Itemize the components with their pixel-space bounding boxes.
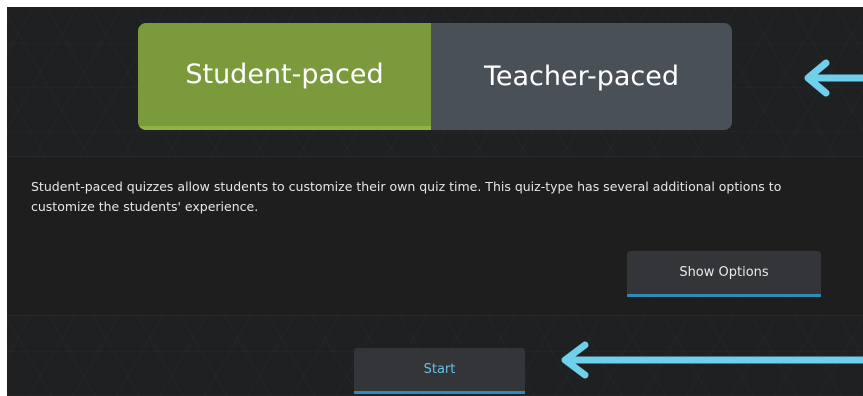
student-paced-button[interactable]: Student-paced xyxy=(138,23,431,130)
mode-description-section: Student-paced quizzes allow students to … xyxy=(7,156,863,316)
quiz-mode-panel: Student-paced Teacher-paced Student-pace… xyxy=(7,7,863,396)
mode-description-text: Student-paced quizzes allow students to … xyxy=(31,179,782,214)
teacher-paced-button[interactable]: Teacher-paced xyxy=(431,23,732,130)
show-options-button[interactable]: Show Options xyxy=(627,251,821,297)
arrow-left-icon xyxy=(804,59,863,97)
pacing-mode-toggle: Student-paced Teacher-paced xyxy=(138,23,732,130)
arrow-left-icon xyxy=(561,341,863,379)
start-button[interactable]: Start xyxy=(354,348,525,394)
